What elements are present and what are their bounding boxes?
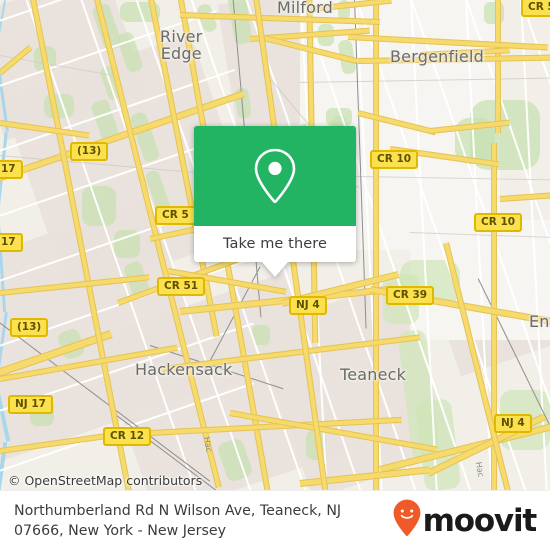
map-attribution: © OpenStreetMap contributors	[8, 473, 203, 488]
highway-road	[495, 0, 501, 133]
route-shield-cr51: CR 51	[157, 277, 206, 296]
moovit-wordmark: moovit	[422, 502, 538, 539]
place-label-line: River	[160, 27, 203, 46]
route-shield-17-lower: 17	[0, 233, 23, 252]
location-popup-card[interactable]: Take me there	[194, 126, 356, 277]
route-shield-nj4: NJ 4	[289, 296, 327, 315]
place-label-line: Edge	[160, 44, 202, 63]
place-label-hackensack: Hackensack	[135, 360, 233, 379]
highway-road	[499, 192, 550, 202]
address-line-2: 07666, New York - New Jersey	[14, 522, 226, 539]
park-area	[82, 186, 116, 226]
place-label-englewood: En	[529, 312, 550, 331]
take-me-there-button[interactable]: Take me there	[223, 236, 327, 252]
route-shield-nj4-east: NJ 4	[494, 414, 532, 433]
popup-header	[194, 126, 356, 226]
route-shield-cr10-east: CR 10	[474, 213, 523, 232]
popup-action-bar[interactable]: Take me there	[194, 226, 356, 262]
route-shield-13-bottom: (13)	[10, 318, 49, 337]
park-area	[484, 2, 504, 24]
route-shield-cr12: CR 12	[103, 427, 152, 446]
route-shield-13-top: (13)	[70, 142, 109, 161]
place-label-river-edge: River Edge	[160, 28, 202, 62]
street-label: Hac	[473, 461, 486, 478]
route-shield-nj17: NJ 17	[8, 395, 53, 414]
place-label-bergenfield: Bergenfield	[390, 47, 484, 66]
address-line-1: Northumberland Rd N Wilson Ave, Teaneck,…	[14, 502, 342, 519]
highway-road	[373, 0, 379, 490]
route-shield-17-upper: 17	[0, 160, 23, 179]
route-shield-cr5-top: CR 5	[521, 0, 550, 17]
map-screen: River Edge Milford Bergenfield Hackensac…	[0, 0, 550, 550]
place-label-milford: Milford	[277, 0, 333, 17]
popup-pointer	[262, 262, 288, 277]
footer-bar: Northumberland Rd N Wilson Ave, Teaneck,…	[0, 490, 550, 550]
map-pin-icon	[251, 146, 299, 206]
place-label-teaneck: Teaneck	[340, 365, 407, 384]
route-shield-cr10: CR 10	[370, 150, 419, 169]
address-text: Northumberland Rd N Wilson Ave, Teaneck,…	[0, 501, 393, 541]
route-shield-cr5: CR 5	[155, 206, 196, 225]
route-shield-cr39: CR 39	[386, 286, 435, 305]
moovit-logo[interactable]: moovit	[393, 499, 550, 542]
moovit-pin-icon	[393, 499, 421, 542]
